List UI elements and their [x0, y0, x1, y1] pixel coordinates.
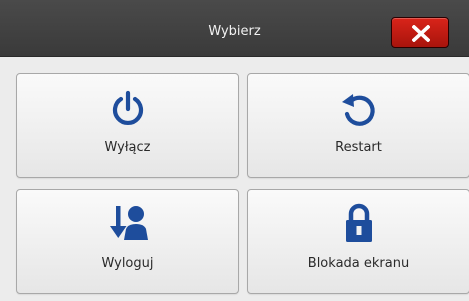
lock-icon	[345, 203, 372, 242]
lock-screen-button[interactable]: Blokada ekranu	[247, 189, 469, 294]
logout-icon	[109, 206, 148, 240]
restart-button[interactable]: Restart	[247, 73, 469, 178]
restart-icon	[341, 94, 375, 126]
lock-screen-label: Blokada ekranu	[307, 256, 410, 271]
restart-label: Restart	[335, 140, 382, 155]
logout-label: Wyloguj	[101, 256, 154, 271]
logout-button[interactable]: Wyloguj	[16, 189, 239, 294]
close-button[interactable]	[391, 17, 449, 48]
title-bar: Wybierz	[0, 0, 469, 57]
close-icon	[412, 25, 430, 42]
power-icon	[112, 90, 143, 125]
shutdown-button[interactable]: Wyłącz	[16, 73, 239, 178]
session-dialog: Wybierz Wyłącz Restart Wyloguj Blokada e…	[0, 0, 469, 301]
shutdown-label: Wyłącz	[104, 140, 151, 155]
options-grid: Wyłącz Restart Wyloguj Blokada ekranu	[0, 57, 469, 301]
